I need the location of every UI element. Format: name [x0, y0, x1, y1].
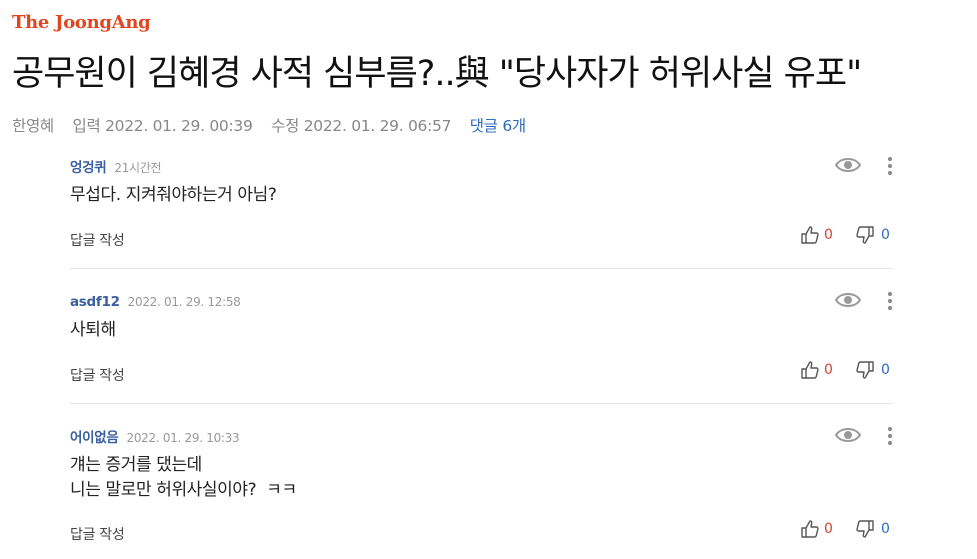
article-meta: 한영혜 입력 2022. 01. 29. 00:39 수정 2022. 01. …	[12, 114, 540, 136]
dislike-count: 0	[881, 521, 890, 537]
dislike-count: 0	[881, 227, 890, 243]
comment-line: 걔는 증거를 댔는데	[70, 455, 202, 475]
like-button[interactable]: 0	[800, 360, 833, 380]
eye-icon[interactable]	[835, 156, 861, 174]
published-time: 입력 2022. 01. 29. 00:39	[72, 117, 253, 135]
eye-icon[interactable]	[835, 291, 861, 309]
thumbs-up-icon	[801, 361, 819, 379]
comment-line: 사퇴해	[70, 320, 116, 340]
comment-username[interactable]: 어이없음	[70, 430, 119, 446]
thumbs-down-icon	[856, 226, 874, 244]
like-button[interactable]: 0	[800, 225, 833, 245]
site-logo[interactable]: The JoongAng	[12, 12, 151, 33]
comment-line: 무섭다. 지켜줘야하는거 아님?	[70, 185, 277, 205]
eye-icon[interactable]	[835, 426, 861, 444]
thumbs-down-icon	[856, 520, 874, 538]
like-count: 0	[824, 227, 833, 243]
dislike-button[interactable]: 0	[855, 360, 890, 380]
comment-username[interactable]: asdf12	[70, 294, 120, 310]
comment-divider	[70, 268, 893, 269]
like-button[interactable]: 0	[800, 519, 833, 539]
thumbs-down-icon	[856, 361, 874, 379]
comment-username[interactable]: 엉겅퀴	[70, 160, 107, 176]
comment-time: 21시간전	[114, 161, 162, 175]
thumbs-up-icon	[801, 226, 819, 244]
author-name: 한영혜	[12, 117, 54, 135]
like-count: 0	[824, 362, 833, 378]
reply-button[interactable]: 답글 작성	[70, 524, 125, 544]
comment-body: 걔는 증거를 댔는데 니는 말로만 허위사실이야? ㅋㅋ	[70, 453, 297, 503]
comment-time: 2022. 01. 29. 10:33	[126, 431, 240, 445]
comment-divider	[70, 403, 893, 404]
dislike-button[interactable]: 0	[855, 519, 890, 539]
dislike-count: 0	[881, 362, 890, 378]
comment-line: 니는 말로만 허위사실이야? ㅋㅋ	[70, 480, 297, 500]
reply-button[interactable]: 답글 작성	[70, 230, 125, 250]
comment-time: 2022. 01. 29. 12:58	[127, 295, 241, 309]
more-vertical-icon[interactable]	[885, 291, 895, 311]
more-vertical-icon[interactable]	[885, 426, 895, 446]
thumbs-up-icon	[801, 520, 819, 538]
more-vertical-icon[interactable]	[885, 156, 895, 176]
updated-time: 수정 2022. 01. 29. 06:57	[271, 117, 452, 135]
comment-count-link[interactable]: 댓글 6개	[470, 117, 526, 135]
reply-button[interactable]: 답글 작성	[70, 365, 125, 385]
dislike-button[interactable]: 0	[855, 225, 890, 245]
like-count: 0	[824, 521, 833, 537]
comment-body: 사퇴해	[70, 318, 116, 343]
article-headline: 공무원이 김혜경 사적 심부름?..與 "당사자가 허위사실 유포"	[12, 54, 862, 94]
comment-body: 무섭다. 지켜줘야하는거 아님?	[70, 183, 277, 208]
